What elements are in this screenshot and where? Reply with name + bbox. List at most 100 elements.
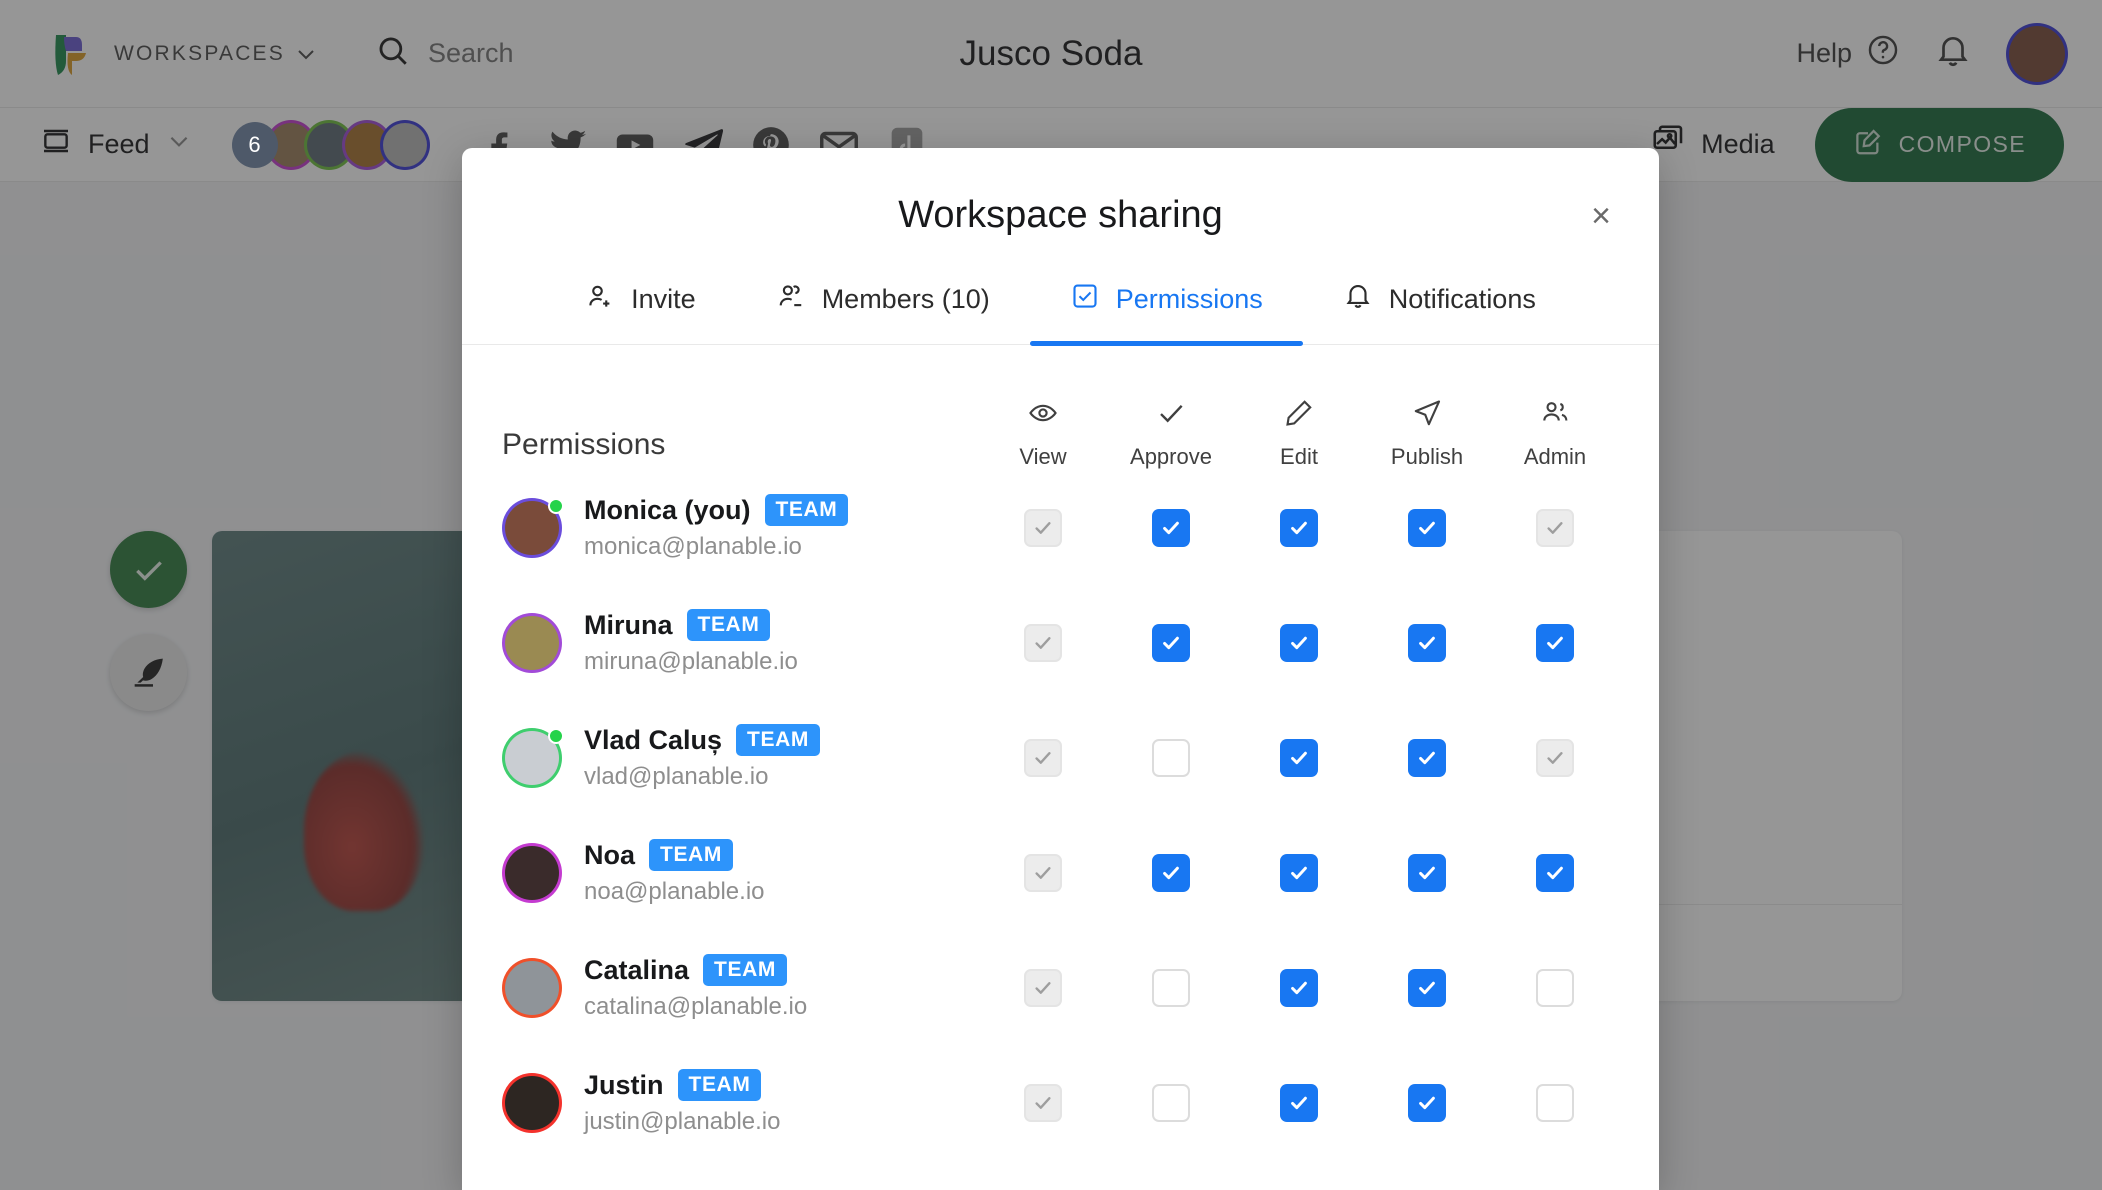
checkbox-publish[interactable] — [1408, 508, 1446, 547]
permission-cell-edit — [1235, 853, 1363, 892]
people-icon — [1539, 397, 1571, 434]
permission-cell-edit — [1235, 508, 1363, 547]
permission-cell-view — [979, 968, 1107, 1007]
checkbox-edit[interactable] — [1280, 738, 1318, 777]
status-badge: TEAM — [764, 494, 849, 526]
checkbox-approve[interactable] — [1152, 623, 1190, 662]
avatar[interactable] — [502, 612, 562, 673]
checkbox-edit[interactable] — [1280, 508, 1318, 547]
checkbox-admin — [1536, 508, 1574, 547]
permission-cell-edit — [1235, 623, 1363, 662]
permission-cell-approve — [1107, 508, 1235, 547]
checkbox-approve[interactable] — [1152, 968, 1190, 1007]
member-identity: Catalina TEAM catalina@planable.io — [502, 954, 979, 1021]
permission-cells — [979, 623, 1619, 662]
pencil-icon — [1283, 397, 1315, 434]
member-identity: Vlad Caluș TEAM vlad@planable.io — [502, 724, 979, 791]
avatar[interactable] — [502, 1072, 562, 1133]
checkbox-edit[interactable] — [1280, 853, 1318, 892]
permission-cell-view — [979, 1083, 1107, 1122]
permission-cell-publish — [1363, 853, 1491, 892]
checkbox-admin[interactable] — [1536, 853, 1574, 892]
checkbox-approve[interactable] — [1152, 853, 1190, 892]
member-identity: Monica (you) TEAM monica@planable.io — [502, 494, 979, 561]
checkbox-icon — [1070, 281, 1100, 318]
member-name: Monica (you) — [584, 494, 751, 525]
online-status-dot — [548, 497, 564, 514]
checkbox-edit[interactable] — [1280, 1083, 1318, 1122]
checkbox-edit[interactable] — [1280, 968, 1318, 1007]
checkbox-view — [1024, 623, 1062, 662]
permission-cell-view — [979, 738, 1107, 777]
permission-cell-publish — [1363, 1083, 1491, 1122]
avatar[interactable] — [502, 842, 562, 903]
checkbox-approve[interactable] — [1152, 508, 1190, 547]
avatar[interactable] — [502, 727, 564, 788]
send-icon — [1411, 397, 1443, 434]
permission-cell-view — [979, 623, 1107, 662]
permission-cell-publish — [1363, 623, 1491, 662]
permission-cell-approve — [1107, 623, 1235, 662]
status-badge: TEAM — [686, 609, 771, 641]
permissions-table-header: Permissions View Approve Edit Publish Ad… — [462, 397, 1659, 470]
permission-cell-view — [979, 508, 1107, 547]
member-email: monica@planable.io — [584, 533, 802, 560]
checkbox-approve[interactable] — [1152, 738, 1190, 777]
column-admin: Admin — [1491, 397, 1619, 470]
tab-invite[interactable]: Invite — [545, 281, 736, 344]
permission-cell-publish — [1363, 968, 1491, 1007]
checkbox-publish[interactable] — [1408, 968, 1446, 1007]
checkbox-approve[interactable] — [1152, 1083, 1190, 1122]
table-row: Justin TEAM justin@planable.io — [502, 1045, 1619, 1160]
permission-cell-admin — [1491, 623, 1619, 662]
tab-notifications[interactable]: Notifications — [1303, 281, 1576, 344]
checkbox-view — [1024, 1083, 1062, 1122]
checkbox-admin[interactable] — [1536, 1083, 1574, 1122]
member-identity: Miruna TEAM miruna@planable.io — [502, 609, 979, 676]
checkbox-publish[interactable] — [1408, 853, 1446, 892]
user-plus-icon — [585, 281, 615, 318]
member-name: Miruna — [584, 609, 673, 640]
column-admin-label: Admin — [1523, 444, 1587, 469]
member-email: vlad@planable.io — [584, 763, 769, 790]
permission-cells — [979, 738, 1619, 777]
checkbox-admin[interactable] — [1536, 623, 1574, 662]
table-row: Vlad Caluș TEAM vlad@planable.io — [502, 700, 1619, 815]
avatar[interactable] — [502, 497, 564, 558]
member-identity: Noa TEAM noa@planable.io — [502, 839, 979, 906]
checkbox-admin[interactable] — [1536, 968, 1574, 1007]
member-email: catalina@planable.io — [584, 993, 808, 1020]
check-icon — [1155, 397, 1187, 434]
column-approve: Approve — [1107, 397, 1235, 470]
online-status-dot — [548, 727, 564, 744]
member-email: justin@planable.io — [584, 1108, 781, 1135]
member-name: Vlad Caluș — [584, 724, 723, 755]
permission-cell-admin — [1491, 968, 1619, 1007]
workspace-sharing-modal: Workspace sharing × Invite Members (10) — [462, 148, 1659, 1190]
permission-cell-publish — [1363, 738, 1491, 777]
avatar[interactable] — [502, 957, 562, 1018]
checkbox-view — [1024, 853, 1062, 892]
checkbox-edit[interactable] — [1280, 623, 1318, 662]
checkbox-publish[interactable] — [1408, 1083, 1446, 1122]
checkbox-publish[interactable] — [1408, 623, 1446, 662]
tab-members[interactable]: Members (10) — [736, 281, 1030, 344]
table-row: Monica (you) TEAM monica@planable.io — [502, 470, 1619, 585]
member-email: miruna@planable.io — [584, 648, 798, 675]
permission-cell-publish — [1363, 508, 1491, 547]
tab-permissions[interactable]: Permissions — [1029, 281, 1303, 346]
column-edit-label: Edit — [1280, 444, 1318, 469]
permission-cell-approve — [1107, 1083, 1235, 1122]
modal-tabs: Invite Members (10) Permissions Notifica… — [462, 281, 1659, 346]
member-identity: Justin TEAM justin@planable.io — [502, 1069, 979, 1136]
column-publish: Publish — [1363, 397, 1491, 470]
status-badge: TEAM — [736, 724, 820, 756]
permission-cells — [979, 968, 1619, 1007]
permission-cell-edit — [1235, 738, 1363, 777]
column-approve-label: Approve — [1130, 444, 1212, 469]
permission-cell-edit — [1235, 1083, 1363, 1122]
close-icon[interactable]: × — [1579, 194, 1623, 238]
member-name: Justin — [584, 1069, 664, 1100]
status-badge: TEAM — [677, 1069, 762, 1101]
checkbox-publish[interactable] — [1408, 738, 1446, 777]
